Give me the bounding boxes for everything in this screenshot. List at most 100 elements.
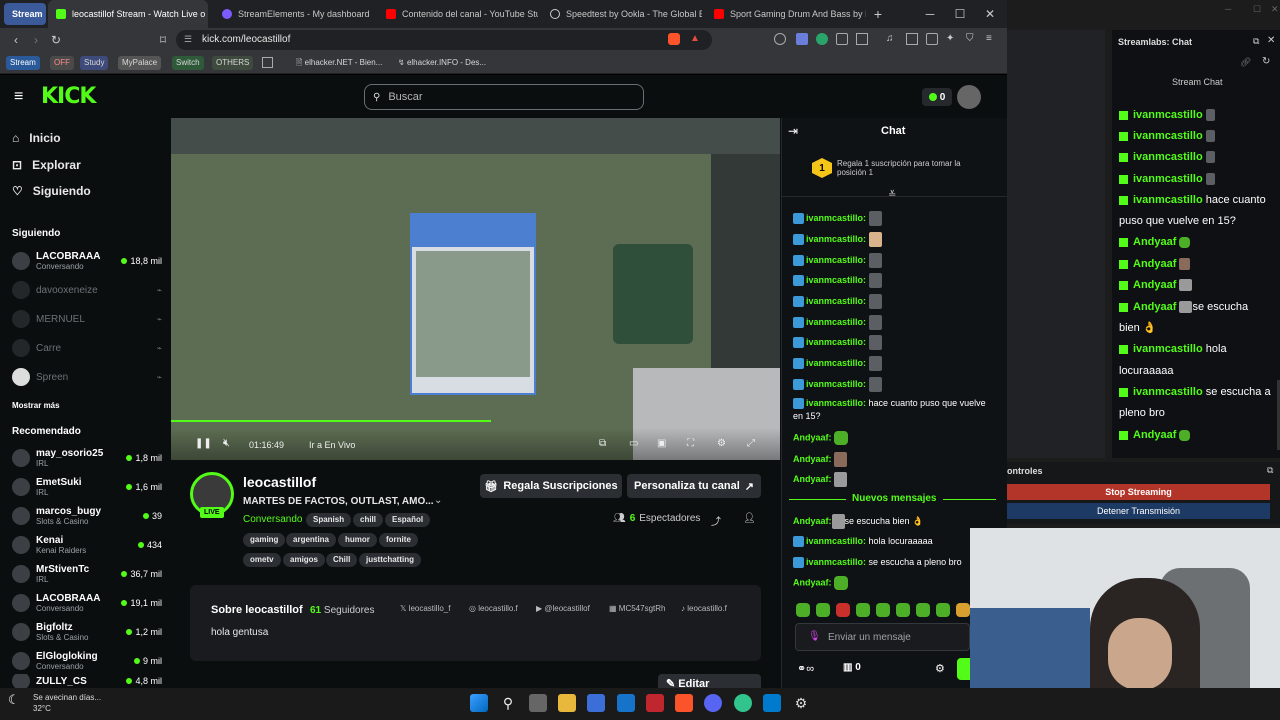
- kicks-balance[interactable]: 0: [922, 88, 952, 106]
- emote-icon[interactable]: [916, 603, 930, 617]
- chat-input[interactable]: 🎙︎ Enviar un mensaje: [795, 623, 970, 651]
- social-x[interactable]: 𝕏 leocastillo_f: [400, 604, 450, 613]
- gift-leaderboard-text[interactable]: Regala 1 suscripción para tomar la posic…: [837, 159, 987, 177]
- brave-rewards-icon[interactable]: ▲: [690, 33, 700, 44]
- file-explorer-icon[interactable]: [558, 694, 576, 712]
- following-channel[interactable]: MERNUEL ⌁: [12, 306, 162, 332]
- menu-icon[interactable]: ≡: [986, 33, 998, 45]
- bookmark-group-stream[interactable]: Stream: [6, 56, 40, 70]
- emote-icon[interactable]: [816, 603, 830, 617]
- weather-text[interactable]: Se avecinan días...: [33, 693, 101, 702]
- store-icon[interactable]: [587, 694, 605, 712]
- tab-kick[interactable]: leocastillof Stream - Watch Live o✕: [48, 0, 208, 28]
- stream-category[interactable]: Conversando: [243, 514, 302, 525]
- emote-icon[interactable]: [936, 603, 950, 617]
- recommended-channel[interactable]: LACOBRAAA Conversando 19,1 mil: [12, 590, 162, 616]
- bookmark-group-study[interactable]: Study: [80, 56, 109, 70]
- close-panel-icon[interactable]: ✕: [1267, 35, 1275, 46]
- wallet-icon[interactable]: [926, 33, 938, 45]
- search-icon[interactable]: ⚲: [499, 694, 517, 712]
- recommended-channel[interactable]: marcos_bugy Slots & Casino 39: [12, 503, 162, 529]
- social-tiktok[interactable]: ♪ leocastillo.f: [681, 604, 727, 613]
- tag[interactable]: gaming: [243, 533, 286, 547]
- bookmark-elhacker-net[interactable]: 🗎 elhacker.NET - Bien...: [292, 56, 386, 70]
- tab-youtube-music[interactable]: Sport Gaming Drum And Bass by Inf: [706, 0, 866, 28]
- extension-icon[interactable]: [774, 33, 786, 45]
- following-channel[interactable]: Carre ⌁: [12, 335, 162, 361]
- emote-icon[interactable]: [956, 603, 970, 617]
- progress-bar[interactable]: [171, 420, 491, 422]
- tab-streamelements[interactable]: StreamElements - My dashboard: [214, 0, 374, 28]
- bookmark-group-off[interactable]: OFF: [50, 56, 74, 70]
- extension-icon[interactable]: [796, 33, 808, 45]
- expand-icon[interactable]: ⤢: [747, 438, 755, 449]
- sidebar-icon[interactable]: [906, 33, 918, 45]
- gift-subscriptions-button[interactable]: 🎁︎ Regala Suscripciones: [480, 474, 622, 498]
- extensions-puzzle-icon[interactable]: [836, 33, 848, 45]
- chevron-down-icon[interactable]: ⌄: [434, 495, 442, 506]
- app-icon[interactable]: [617, 694, 635, 712]
- share-icon[interactable]: ⤴: [711, 513, 721, 528]
- show-more-link[interactable]: Mostrar más: [12, 401, 60, 410]
- reload-icon[interactable]: ↻: [48, 32, 64, 48]
- brave-shield-icon[interactable]: [668, 33, 680, 45]
- bookmark-elhacker-info[interactable]: ↯ elhacker.INFO - Des...: [394, 56, 490, 70]
- hamburger-menu-icon[interactable]: ≡: [14, 88, 23, 106]
- following-channel[interactable]: davooxeneize ⌁: [12, 277, 162, 303]
- kick-logo[interactable]: KICK: [41, 84, 96, 109]
- clip-icon[interactable]: ⧉: [599, 438, 606, 449]
- customize-channel-button[interactable]: Personaliza tu canal ↗: [627, 474, 761, 498]
- tag[interactable]: amigos: [283, 553, 326, 567]
- start-icon[interactable]: [470, 694, 488, 712]
- site-info-icon[interactable]: ☰: [184, 34, 192, 45]
- go-live-button[interactable]: Ir a En Vivo: [309, 440, 355, 450]
- tab-speedtest[interactable]: Speedtest by Ookla - The Global Bro: [542, 0, 702, 28]
- emote-icon[interactable]: [836, 603, 850, 617]
- emote-icon[interactable]: [896, 603, 910, 617]
- panel-popout-icon[interactable]: ⧉: [1267, 465, 1273, 476]
- forward-icon[interactable]: ›: [28, 32, 44, 48]
- vscode-icon[interactable]: [763, 694, 781, 712]
- user-settings-icon[interactable]: 👤︎: [743, 513, 756, 524]
- tag[interactable]: justtchatting: [359, 553, 421, 567]
- emote-icon[interactable]: [876, 603, 890, 617]
- discord-icon[interactable]: [704, 694, 722, 712]
- tag[interactable]: Chill: [326, 553, 358, 567]
- send-button[interactable]: [957, 658, 970, 680]
- omnibox[interactable]: ☰ kick.com/leocastillof ▲: [176, 30, 712, 50]
- minimize-icon[interactable]: ─: [922, 6, 938, 22]
- tag[interactable]: fornite: [379, 533, 418, 547]
- close-window-icon[interactable]: ✕: [982, 6, 998, 22]
- brave-icon[interactable]: [675, 694, 693, 712]
- recommended-channel[interactable]: ZULLY_CS 4,8 mil: [12, 674, 162, 688]
- theater-icon[interactable]: ▭: [629, 438, 638, 449]
- refresh-icon[interactable]: ↻: [1262, 56, 1270, 67]
- edit-panels-button[interactable]: ✎ Editar paneles: [658, 674, 761, 688]
- bookmark-group-others[interactable]: OTHERS: [212, 56, 254, 70]
- pip-icon[interactable]: ▣: [657, 438, 666, 449]
- nav-siguiendo[interactable]: ♡ Siguiendo: [12, 184, 91, 198]
- apps-grid-icon[interactable]: [262, 57, 273, 68]
- collapse-chat-icon[interactable]: ⇥: [788, 124, 798, 138]
- extension-icon[interactable]: [856, 33, 868, 45]
- tag[interactable]: argentina: [286, 533, 337, 547]
- recommended-channel[interactable]: Bigfoltz Slots & Casino 1,2 mil: [12, 619, 162, 645]
- settings-link-icon[interactable]: ⚭∞: [797, 662, 814, 675]
- recommended-channel[interactable]: may_osorio25 IRL 1,8 mil: [12, 445, 162, 471]
- back-icon[interactable]: ‹: [8, 32, 24, 48]
- tab-group-stream[interactable]: Stream: [4, 3, 46, 25]
- app-icon[interactable]: [646, 694, 664, 712]
- channel-points[interactable]: ▥ 0: [843, 662, 861, 673]
- nav-explorar[interactable]: ⊡ Explorar: [12, 158, 81, 172]
- vpn-icon[interactable]: ⛉: [966, 33, 978, 45]
- task-view-icon[interactable]: [529, 694, 547, 712]
- tag[interactable]: Español: [385, 513, 431, 527]
- popout-icon[interactable]: ⧉: [1253, 36, 1259, 47]
- bookmark-group-mypalace[interactable]: MyPalace: [118, 56, 162, 70]
- tab-youtube-studio[interactable]: Contenido del canal - YouTube Studi: [378, 0, 538, 28]
- new-tab-icon[interactable]: +: [870, 6, 886, 22]
- weather-icon[interactable]: ☾: [8, 692, 20, 708]
- chat-settings-icon[interactable]: ⚙: [935, 662, 945, 675]
- video-player[interactable]: ❚❚ 🔇︎ 01:16:49 Ir a En Vivo ⧉ ▭ ▣ ⛶ ⚙ ⤢: [171, 118, 780, 460]
- music-icon[interactable]: ♫: [886, 33, 898, 45]
